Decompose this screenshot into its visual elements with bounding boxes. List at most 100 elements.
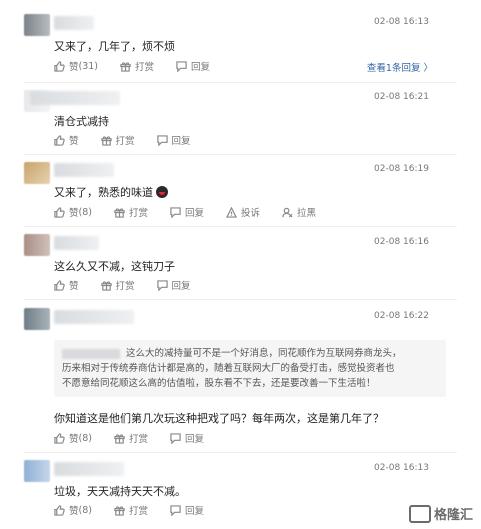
quote-line-2: 历来相对于传统券商估计都是高的，随着互联网大厂的备受打击，感觉投资者也 [62, 363, 395, 374]
reward-button[interactable]: 打赏 [114, 431, 148, 445]
comment-text-content: 又来了，熟悉的味道 [54, 186, 153, 199]
comment-time: 02-08 16:19 [374, 164, 429, 174]
avatar[interactable] [24, 308, 50, 330]
reply-button[interactable]: 回复 [170, 205, 204, 219]
username[interactable] [54, 310, 134, 324]
gift-icon [100, 135, 112, 146]
comment-icon [156, 134, 168, 146]
username[interactable] [54, 16, 94, 30]
like-label: 赞 [69, 208, 79, 219]
comment-time: 02-08 16:13 [374, 463, 429, 473]
divider [24, 299, 457, 300]
avatar[interactable] [24, 14, 50, 36]
reply-label: 回复 [185, 434, 205, 445]
view-replies-link[interactable]: 查看1条回复 〉 [367, 60, 433, 74]
reward-button[interactable]: 打赏 [100, 133, 135, 147]
reply-button[interactable]: 回复 [176, 59, 210, 73]
like-count: (8) [78, 206, 92, 218]
username[interactable] [54, 462, 124, 476]
warning-icon [226, 206, 238, 218]
like-button[interactable]: 赞 (8) [54, 431, 92, 445]
thumbs-up-icon [54, 432, 65, 444]
divider [24, 452, 457, 453]
username[interactable] [30, 91, 120, 105]
comment-text: 又来了，几年了，烦不烦 [54, 40, 175, 53]
comment-text: 这么久又不减，这钝刀子 [54, 260, 175, 273]
quote-line-3: 不愿意给同花顺这么高的估值啦，股东看不下去，还是要改善一下生活啦！ [62, 378, 376, 389]
like-count: (8) [78, 504, 92, 516]
reward-label: 打赏 [128, 506, 148, 517]
like-label: 赞 [69, 281, 79, 292]
username[interactable] [54, 163, 114, 177]
like-button[interactable]: 赞 (8) [54, 205, 92, 219]
reply-button[interactable]: 回复 [156, 133, 191, 147]
divider [24, 82, 457, 83]
block-label: 拉黑 [297, 208, 317, 219]
avatar[interactable] [24, 162, 50, 184]
reward-label: 打赏 [115, 281, 135, 292]
reply-button[interactable]: 回复 [170, 431, 204, 445]
avatar[interactable] [24, 234, 50, 256]
gift-icon [114, 207, 125, 218]
report-label: 投诉 [241, 208, 261, 219]
reward-label: 打赏 [128, 208, 148, 219]
thumbs-up-icon [54, 504, 65, 516]
comment-icon [170, 504, 181, 516]
comment-actions: 赞 (8) 打赏 回复 [54, 431, 226, 445]
grin-emoji-icon [156, 186, 168, 198]
block-user-icon [282, 207, 293, 218]
comment-text: 清仓式减持 [54, 115, 109, 128]
reply-button[interactable]: 回复 [156, 278, 191, 292]
comment-actions: 赞 打赏 回复 [54, 133, 213, 147]
reward-label: 打赏 [115, 136, 135, 147]
comment-icon [176, 60, 187, 72]
comment-actions: 赞 (8) 打赏 回复 投诉 拉黑 [54, 205, 338, 219]
comment-icon [156, 279, 168, 291]
like-label: 赞 [69, 136, 79, 147]
reward-button[interactable]: 打赏 [120, 59, 154, 73]
watermark-logo: 格隆汇 [408, 504, 473, 523]
username[interactable] [54, 236, 99, 250]
quoted-comment: 这么大的减持量可不是一个好消息，同花顺作为互联网券商龙头， 历来相对于传统券商估… [54, 340, 446, 397]
divider [24, 226, 457, 227]
reward-label: 打赏 [135, 62, 155, 73]
like-button[interactable]: 赞 [54, 133, 79, 147]
comment-actions: 赞 打赏 回复 [54, 278, 213, 292]
thumbs-up-icon [54, 134, 65, 146]
like-count: (31) [78, 60, 99, 72]
like-label: 赞 [69, 62, 79, 73]
thumbs-up-icon [54, 60, 65, 72]
avatar[interactable] [24, 460, 50, 482]
reward-button[interactable]: 打赏 [100, 278, 135, 292]
reply-label: 回复 [171, 136, 191, 147]
reward-label: 打赏 [128, 434, 148, 445]
comment-text: 你知道这是他们第几次玩这种把戏了吗？每年两次，这是第几年了？ [54, 412, 384, 425]
comment-actions: 赞 (8) 打赏 回复 [54, 503, 226, 517]
divider [24, 154, 457, 155]
logo-icon [408, 504, 431, 523]
reply-label: 回复 [171, 281, 191, 292]
block-button[interactable]: 拉黑 [282, 205, 316, 219]
comment-time: 02-08 16:21 [374, 92, 429, 102]
comment-time: 02-08 16:22 [374, 311, 429, 321]
like-label: 赞 [69, 434, 79, 445]
gift-icon [100, 280, 112, 291]
comment-actions: 赞 (31) 打赏 回复 [54, 59, 232, 73]
thumbs-up-icon [54, 206, 65, 218]
comment-icon [170, 206, 181, 218]
like-button[interactable]: 赞 (8) [54, 503, 92, 517]
report-button[interactable]: 投诉 [226, 205, 260, 219]
like-count: (8) [78, 432, 92, 444]
gift-icon [114, 433, 125, 444]
reply-label: 回复 [191, 62, 211, 73]
comment-time: 02-08 16:16 [374, 237, 429, 247]
like-button[interactable]: 赞 [54, 278, 79, 292]
like-button[interactable]: 赞 (31) [54, 59, 98, 73]
reward-button[interactable]: 打赏 [114, 205, 148, 219]
logo-text: 格隆汇 [433, 508, 473, 523]
reward-button[interactable]: 打赏 [114, 503, 148, 517]
quote-line-1: 这么大的减持量可不是一个好消息，同花顺作为互联网券商龙头， [126, 348, 402, 359]
comment-time: 02-08 16:13 [374, 17, 429, 27]
reply-button[interactable]: 回复 [170, 503, 204, 517]
gift-icon [120, 61, 131, 72]
